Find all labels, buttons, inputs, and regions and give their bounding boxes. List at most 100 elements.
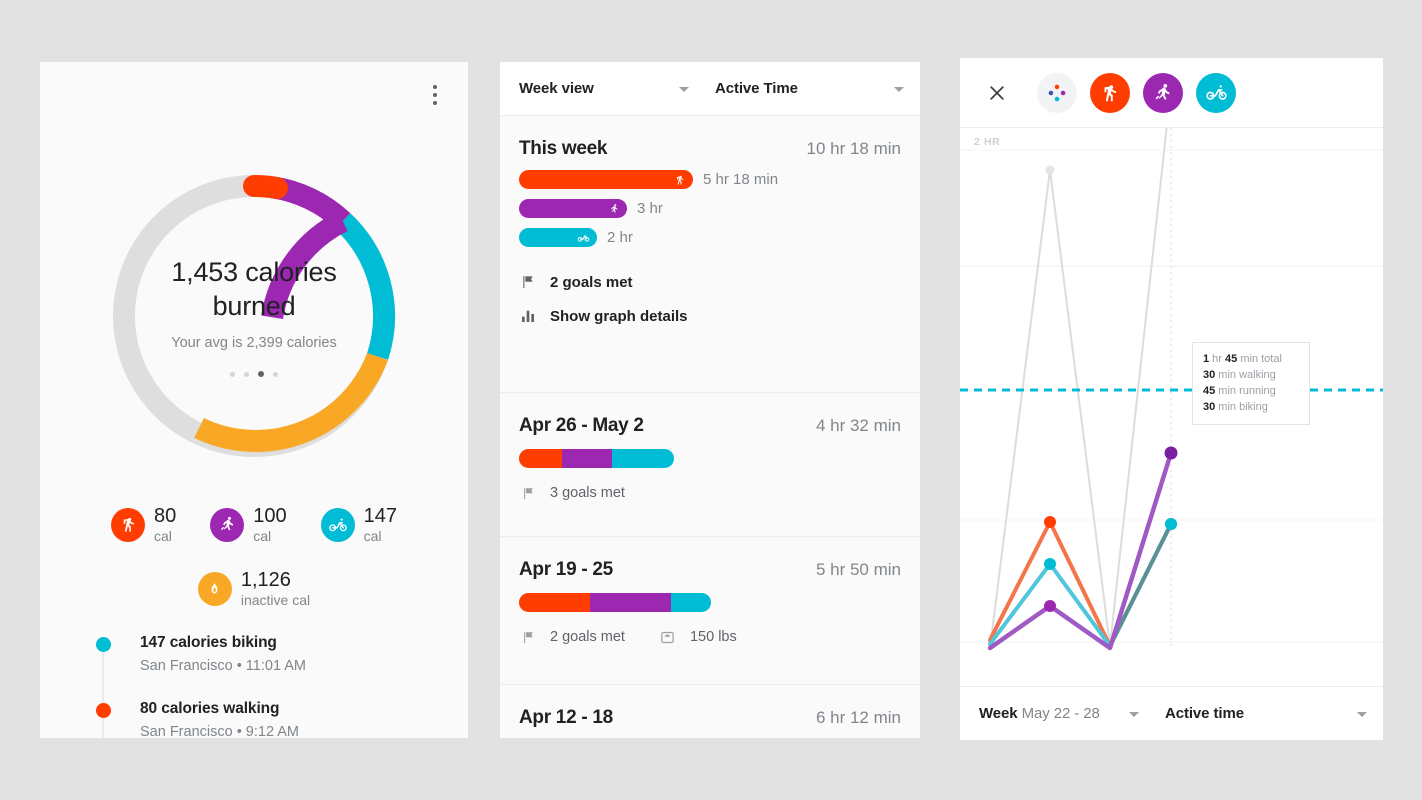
week-title: Apr 19 - 25 — [519, 559, 613, 580]
summary-chip-walking[interactable]: 80 cal — [111, 506, 176, 543]
page-dot[interactable] — [244, 371, 249, 377]
goals-met-row: 2 goals met — [519, 628, 625, 646]
stacked-bar — [519, 593, 711, 612]
calories-line2: burned — [212, 291, 296, 321]
scale-icon — [659, 628, 677, 646]
series-total-point — [1045, 165, 1055, 175]
filter-pill-all[interactable] — [1037, 72, 1077, 113]
timeline-dot-biking — [96, 637, 111, 652]
y-axis-tick-label: 2 HR — [974, 136, 1001, 148]
calories-burned-title: 1,453 calories burned — [171, 255, 337, 323]
week-row-apr12[interactable]: Apr 12 - 18 6 hr 12 min — [500, 684, 920, 738]
series-running-line — [987, 450, 1174, 651]
week-meta: 2 goals met 150 lbs — [519, 628, 901, 646]
chart-tooltip: 1 hr 45 min total 30 min walking 45 min … — [1192, 342, 1310, 425]
goals-met-text: 2 goals met — [550, 273, 633, 291]
activity-line-chart[interactable]: 2 HR 1 hr 45 min total 30 min walking 45… — [960, 128, 1383, 686]
timeline-dot-walking — [96, 703, 111, 718]
week-total: 6 hr 12 min — [815, 708, 901, 727]
list-item[interactable]: 80 calories walking San Francisco • 9:12… — [96, 700, 448, 738]
show-graph-details-row[interactable]: Show graph details — [519, 307, 688, 325]
stack-seg-biking — [612, 449, 674, 468]
timeline-subtitle: San Francisco • 11:01 AM — [140, 658, 306, 674]
tooltip-line-running: 45 min running — [1203, 385, 1276, 397]
chevron-down-icon — [1357, 711, 1367, 717]
chart-svg — [960, 128, 1383, 651]
metric-select[interactable]: Active Time — [705, 62, 920, 115]
graph-metric-select[interactable]: Active time — [1155, 687, 1383, 740]
week-header: Apr 26 - May 2 4 hr 32 min — [519, 415, 901, 437]
summary-chip-running[interactable]: 100 cal — [210, 506, 287, 543]
summary-chip-text: 147 cal — [364, 506, 397, 543]
chevron-down-icon — [1129, 711, 1139, 717]
page-dot-active[interactable] — [258, 371, 264, 377]
goals-met-row: 3 goals met — [519, 484, 625, 502]
flag-icon — [519, 628, 537, 646]
week-meta: 3 goals met — [519, 484, 901, 502]
goals-met-row: 2 goals met — [519, 273, 633, 291]
summary-chip-inactive[interactable]: 1,126 inactive cal — [197, 570, 311, 608]
stacked-bar — [519, 449, 674, 468]
bar-running — [519, 199, 627, 218]
filter-pill-running[interactable] — [1143, 72, 1183, 113]
week-total: 10 hr 18 min — [806, 139, 902, 158]
page-dot[interactable] — [230, 371, 235, 377]
walking-icon — [111, 507, 145, 542]
summary-value: 147 — [363, 505, 397, 527]
stack-seg-biking — [671, 593, 711, 612]
graph-toolbar — [960, 58, 1383, 128]
series-walking-line — [988, 520, 1112, 648]
running-icon — [1155, 83, 1170, 100]
filter-pill-biking[interactable] — [1196, 72, 1236, 113]
summary-unit: cal — [154, 528, 172, 544]
graph-metric-label: Active time — [1165, 705, 1244, 722]
inactive-calories-row: 1,126 inactive cal — [40, 570, 468, 607]
metric-select-label: Active Time — [715, 80, 798, 97]
week-title: Apr 12 - 18 — [519, 707, 613, 728]
close-icon[interactable] — [980, 76, 1014, 110]
activity-timeline: 147 calories biking San Francisco • 11:0… — [96, 634, 448, 738]
fit-all-icon — [1048, 84, 1066, 101]
bar-row-walking: 5 hr 18 min — [519, 170, 901, 189]
summary-chip-text: 100 cal — [253, 506, 286, 543]
timeline-title: 147 calories biking — [140, 634, 277, 651]
weight-row: 150 lbs — [659, 628, 737, 646]
bar-walking — [519, 170, 693, 189]
bar-chart-icon — [519, 307, 537, 325]
page-indicator-dots[interactable] — [230, 371, 278, 377]
view-select[interactable]: Week view — [500, 62, 705, 115]
more-options-icon[interactable] — [422, 80, 448, 110]
weight-text: 150 lbs — [689, 629, 737, 645]
week-range-value: May 22 - 28 — [1021, 705, 1100, 722]
page-dot[interactable] — [273, 371, 278, 377]
timeline-title: 80 calories walking — [140, 700, 280, 717]
timeline-subtitle: San Francisco • 9:12 AM — [140, 724, 300, 738]
week-header: This week 10 hr 18 min — [519, 138, 901, 160]
summary-unit: cal — [363, 528, 382, 544]
calories-average-subtitle: Your avg is 2,399 calories — [171, 335, 337, 351]
summary-unit: cal — [253, 528, 272, 544]
stack-seg-running — [562, 449, 612, 468]
graph-bottom-toolbar: Week May 22 - 28 Active time — [960, 686, 1383, 740]
view-select-label: Week view — [519, 80, 594, 97]
running-icon — [210, 507, 245, 542]
week-title: This week — [519, 138, 608, 159]
week-header: Apr 19 - 25 5 hr 50 min — [519, 559, 901, 581]
series-biking-point-wed2 — [1165, 518, 1177, 530]
summary-value: 80 — [154, 505, 177, 527]
list-item[interactable]: 147 calories biking San Francisco • 11:0… — [96, 634, 448, 674]
bar-value-walking: 5 hr 18 min — [703, 171, 779, 188]
calories-line1: 1,453 calories — [171, 257, 337, 287]
inactive-unit: inactive cal — [240, 592, 311, 608]
week-row-apr19[interactable]: Apr 19 - 25 5 hr 50 min 2 goals met 150 … — [500, 536, 920, 666]
filter-pill-walking[interactable] — [1090, 72, 1130, 113]
summary-chip-biking[interactable]: 147 cal — [320, 506, 397, 543]
flag-icon — [519, 484, 537, 502]
week-row-this-week[interactable]: This week 10 hr 18 min 5 hr 18 min 3 hr — [500, 116, 920, 345]
week-list-toolbar: Week view Active Time — [500, 62, 920, 116]
week-row-apr26[interactable]: Apr 26 - May 2 4 hr 32 min 3 goals met — [500, 392, 920, 522]
walking-icon — [1104, 84, 1117, 101]
bar-row-running: 3 hr — [519, 199, 901, 218]
tooltip-line-total: 1 hr 45 min total — [1203, 353, 1282, 365]
week-range-select[interactable]: Week May 22 - 28 — [960, 687, 1155, 740]
